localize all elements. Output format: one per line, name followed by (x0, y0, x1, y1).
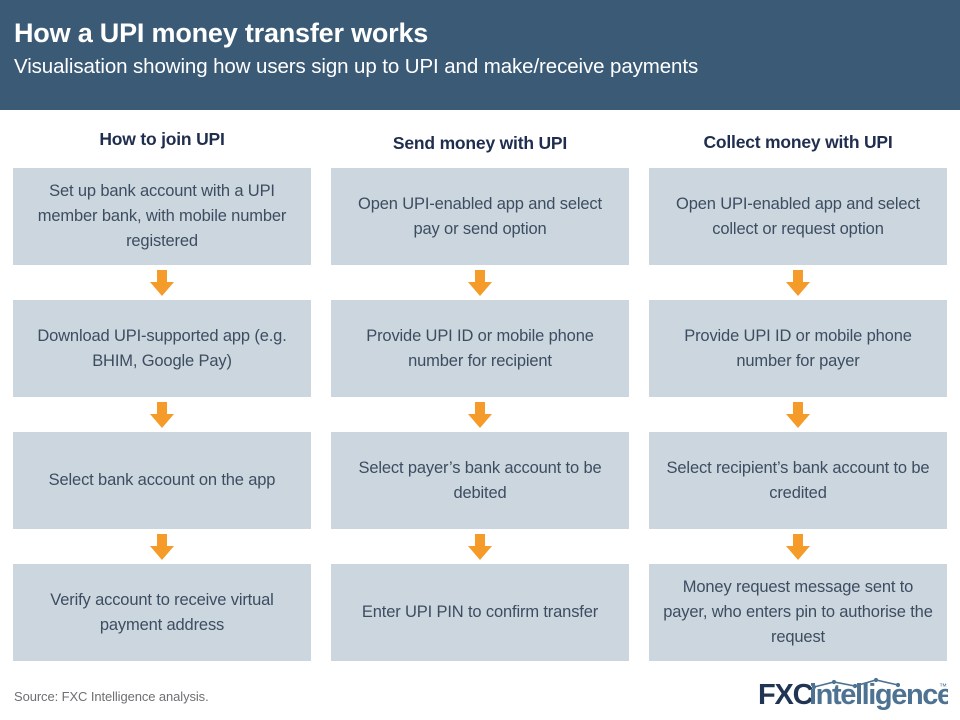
source-note: Source: FXC Intelligence analysis. (14, 689, 209, 704)
down-arrow-icon (150, 533, 174, 560)
step-box: Provide UPI ID or mobile phone number fo… (331, 300, 629, 397)
flow-column-collect-money-with-upi: Collect money with UPI Open UPI-enabled … (649, 110, 947, 661)
column-header: How to join UPI (99, 129, 225, 149)
step-box: Money request message sent to payer, who… (649, 564, 947, 661)
flow-column-how-to-join-upi: How to join UPI Set up bank account with… (13, 110, 311, 661)
down-arrow-icon (786, 269, 810, 296)
column-header: Collect money with UPI (703, 132, 893, 152)
down-arrow-icon (468, 401, 492, 428)
down-arrow-icon (150, 401, 174, 428)
svg-text:™: ™ (939, 682, 947, 691)
flowchart-area: How to join UPI Set up bank account with… (0, 110, 960, 665)
arrow-connector (331, 529, 629, 564)
flowchart-columns: How to join UPI Set up bank account with… (0, 110, 960, 661)
logo-graphic: FXC intelligence ™ (758, 677, 948, 711)
page-subtitle: Visualisation showing how users sign up … (14, 55, 699, 78)
step-box: Enter UPI PIN to confirm transfer (331, 564, 629, 661)
step-box: Download UPI-supported app (e.g. BHIM, G… (13, 300, 311, 397)
step-box: Open UPI-enabled app and select collect … (649, 168, 947, 265)
down-arrow-icon (786, 533, 810, 560)
arrow-connector (649, 529, 947, 564)
step-box: Select recipient’s bank account to be cr… (649, 432, 947, 529)
flow-column-send-money-with-upi: Send money with UPI Open UPI-enabled app… (331, 110, 629, 661)
page-title: How a UPI money transfer works (14, 18, 429, 48)
step-box: Select payer’s bank account to be debite… (331, 432, 629, 529)
step-box: Set up bank account with a UPI member ba… (13, 168, 311, 265)
svg-text:FXC: FXC (758, 679, 814, 711)
down-arrow-icon (150, 269, 174, 296)
down-arrow-icon (786, 401, 810, 428)
arrow-connector (649, 265, 947, 300)
down-arrow-icon (468, 269, 492, 296)
arrow-connector (13, 265, 311, 300)
step-box: Provide UPI ID or mobile phone number fo… (649, 300, 947, 397)
step-box: Verify account to receive virtual paymen… (13, 564, 311, 661)
arrow-connector (649, 397, 947, 432)
footer: Source: FXC Intelligence analysis. FXC i… (0, 665, 960, 720)
arrow-connector (331, 265, 629, 300)
fxc-intelligence-logo: FXC intelligence ™ (758, 677, 948, 711)
step-box: Select bank account on the app (13, 432, 311, 529)
arrow-connector (331, 397, 629, 432)
arrow-connector (13, 529, 311, 564)
step-box: Open UPI-enabled app and select pay or s… (331, 168, 629, 265)
column-header: Send money with UPI (392, 133, 568, 153)
down-arrow-icon (468, 533, 492, 560)
arrow-connector (13, 397, 311, 432)
header-banner: How a UPI money transfer works Visualisa… (0, 0, 960, 110)
